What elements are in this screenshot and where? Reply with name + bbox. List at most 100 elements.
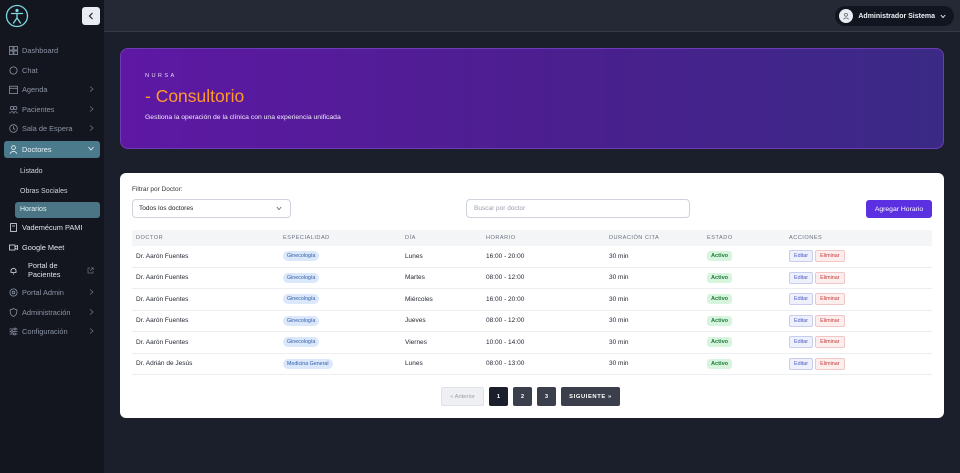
page-title: - Consultorio: [145, 86, 245, 106]
banner-eyebrow: NURSA: [145, 73, 177, 79]
sidebar-item-label: Pacientes: [22, 104, 55, 114]
status-badge: Activo: [707, 294, 733, 305]
next-page-button[interactable]: SIGUIENTE »: [561, 387, 620, 406]
sidebar-item-label: Doctores: [22, 144, 52, 154]
delete-button[interactable]: Eliminar: [815, 250, 845, 263]
time-cell: 16:00 - 20:00: [486, 295, 525, 303]
schedule-table: DOCTOR ESPECIALIDAD DÍA HORARIO DURACIÓN…: [132, 230, 932, 375]
sidebar-item-portal-de-pacientes[interactable]: Portal de Pacientes: [0, 257, 104, 283]
sidebar-item-agenda[interactable]: Agenda: [0, 80, 104, 100]
video-icon: [8, 242, 18, 252]
day-cell: Miércoles: [405, 295, 433, 303]
table-row: Dr. Aarón Fuentes Ginecología Lunes 16:0…: [132, 246, 932, 268]
sidebar-subitem-listado[interactable]: Listado: [0, 162, 104, 182]
table-header: DOCTOR ESPECIALIDAD DÍA HORARIO DURACIÓN…: [132, 230, 932, 246]
edit-button[interactable]: Editar: [789, 357, 814, 370]
edit-button[interactable]: Editar: [789, 293, 814, 306]
day-cell: Martes: [405, 274, 425, 282]
specialty-badge: Medicina General: [283, 358, 333, 369]
sidebar-item-configuracion[interactable]: Configuración: [0, 322, 104, 342]
table-row: Dr. Aarón Fuentes Ginecología Jueves 08:…: [132, 311, 932, 332]
specialty-badge: Ginecología: [283, 294, 320, 305]
page-button[interactable]: 2: [513, 387, 532, 406]
book-icon: [8, 223, 18, 233]
row-actions: Editar Eliminar: [789, 250, 845, 263]
filter-label: Filtrar por Doctor:: [132, 186, 183, 193]
duration-cell: 30 min: [609, 360, 629, 368]
edit-button[interactable]: Editar: [789, 271, 814, 284]
external-link-icon: [87, 267, 94, 274]
row-actions: Editar Eliminar: [789, 271, 845, 284]
column-header: DOCTOR: [136, 235, 164, 241]
edit-button[interactable]: Editar: [789, 336, 814, 349]
hero-banner: NURSA - Consultorio Gestiona la operació…: [120, 48, 944, 149]
edit-button[interactable]: Editar: [789, 314, 814, 327]
doctor-cell: Dr. Aarón Fuentes: [136, 295, 189, 303]
duration-cell: 30 min: [609, 252, 629, 260]
sidebar-item-sala-de-espera[interactable]: Sala de Espera: [0, 119, 104, 139]
previous-page-button[interactable]: « Anterior: [441, 387, 484, 406]
sidebar-item-administracion[interactable]: Administración: [0, 303, 104, 323]
doctor-cell: Dr. Aarón Fuentes: [136, 317, 189, 325]
status-badge: Activo: [707, 337, 733, 348]
chevron-right-icon: [89, 105, 94, 112]
doctor-cell: Dr. Aarón Fuentes: [136, 338, 189, 346]
time-cell: 08:00 - 13:00: [486, 360, 525, 368]
time-cell: 08:00 - 12:00: [486, 317, 525, 325]
duration-cell: 30 min: [609, 317, 629, 325]
sliders-icon: [8, 327, 18, 337]
doctor-cell: Dr. Adrián de Jesús: [136, 360, 193, 368]
time-cell: 10:00 - 14:00: [486, 338, 525, 346]
chevron-left-icon: [88, 12, 93, 20]
chevron-right-icon: [89, 125, 94, 131]
delete-button[interactable]: Eliminar: [815, 293, 845, 306]
table-row: Dr. Adrián de Jesús Medicina General Lun…: [132, 354, 932, 375]
sidebar-item-label: Portal de Pacientes: [28, 260, 61, 279]
admin-icon: [8, 288, 18, 298]
sidebar-item-pacientes[interactable]: Pacientes: [0, 100, 104, 120]
sidebar-item-label: Sala de Espera: [22, 124, 73, 134]
sidebar-item-label: Google Meet: [22, 242, 65, 252]
sidebar-item-label: Chat: [22, 65, 38, 75]
row-actions: Editar Eliminar: [789, 336, 845, 349]
search-input[interactable]: [466, 199, 690, 218]
doctor-filter-select[interactable]: Todos los doctores: [132, 199, 291, 218]
sidebar-item-vademecum-pami[interactable]: Vademécum PAMI: [0, 218, 104, 238]
duration-cell: 30 min: [609, 274, 629, 282]
sidebar-subitem-horarios[interactable]: Horarios: [15, 201, 100, 218]
chevron-right-icon: [89, 289, 94, 295]
user-icon: [843, 12, 850, 20]
edit-button[interactable]: Editar: [789, 250, 814, 263]
day-cell: Lunes: [405, 252, 423, 260]
table-row: Dr. Aarón Fuentes Ginecología Miércoles …: [132, 289, 932, 311]
sidebar-item-chat[interactable]: Chat: [0, 61, 104, 81]
collapse-sidebar-button[interactable]: [82, 7, 100, 25]
specialty-badge: Ginecología: [283, 272, 320, 283]
sidebar-item-dashboard[interactable]: Dashboard: [0, 41, 104, 61]
duration-cell: 30 min: [609, 295, 629, 303]
chevron-down-icon: [940, 14, 946, 18]
delete-button[interactable]: Eliminar: [815, 314, 845, 327]
column-header: ACCIONES: [789, 235, 823, 241]
user-menu[interactable]: Administrador Sistema: [835, 6, 954, 26]
chat-icon: [8, 65, 18, 75]
sidebar-subitem-obras-sociales[interactable]: Obras Sociales: [0, 182, 104, 202]
delete-button[interactable]: Eliminar: [815, 271, 845, 284]
doctor-cell: Dr. Aarón Fuentes: [136, 274, 189, 282]
day-cell: Jueves: [405, 317, 426, 325]
status-badge: Activo: [707, 251, 733, 262]
add-schedule-button[interactable]: Agregar Horario: [866, 200, 932, 218]
page-button[interactable]: 3: [537, 387, 556, 406]
specialty-badge: Ginecología: [283, 251, 320, 262]
sidebar-item-label: Agenda: [22, 85, 48, 95]
page-button[interactable]: 1: [489, 387, 508, 406]
delete-button[interactable]: Eliminar: [815, 336, 845, 349]
row-actions: Editar Eliminar: [789, 314, 845, 327]
sidebar-item-portal-admin[interactable]: Portal Admin: [0, 283, 104, 303]
sidebar-item-doctores[interactable]: Doctores: [4, 140, 100, 158]
time-cell: 08:00 - 12:00: [486, 274, 525, 282]
delete-button[interactable]: Eliminar: [815, 357, 845, 370]
specialty-badge: Ginecología: [283, 315, 320, 326]
sidebar-item-google-meet[interactable]: Google Meet: [0, 238, 104, 258]
sidebar-item-label: Configuración: [22, 327, 68, 337]
